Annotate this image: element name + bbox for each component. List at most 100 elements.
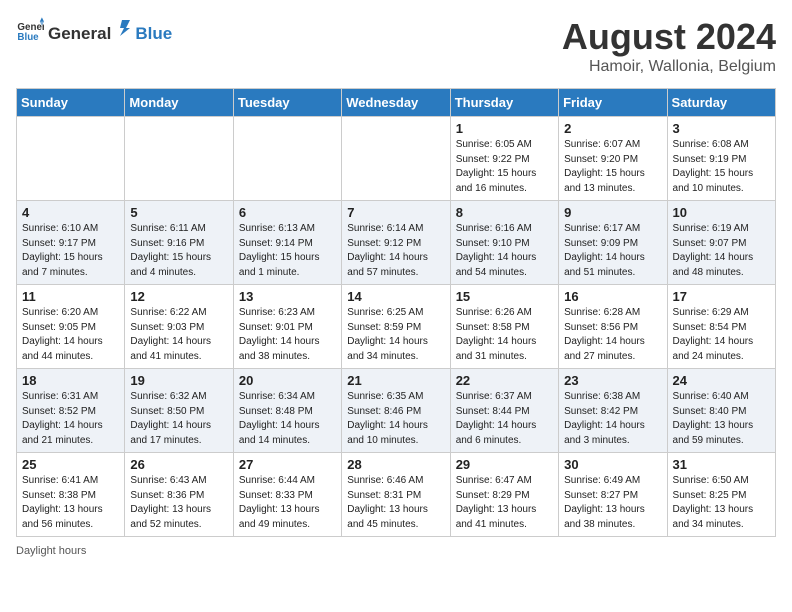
day-info: Sunrise: 6:32 AM Sunset: 8:50 PM Dayligh… — [130, 390, 227, 448]
calendar-day-cell: 27 Sunrise: 6:44 AM Sunset: 8:33 PM Dayli… — [233, 453, 341, 537]
calendar-day-cell: 5 Sunrise: 6:11 AM Sunset: 9:16 PM Daylig… — [125, 201, 233, 285]
logo-icon: General Blue — [16, 16, 44, 44]
calendar-header-row: SundayMondayTuesdayWednesdayThursdayFrid… — [17, 89, 776, 117]
day-number: 14 — [347, 289, 444, 304]
day-number: 24 — [673, 373, 770, 388]
calendar-col-header: Monday — [125, 89, 233, 117]
calendar-day-cell: 14 Sunrise: 6:25 AM Sunset: 8:59 PM Dayli… — [342, 285, 450, 369]
day-info: Sunrise: 6:40 AM Sunset: 8:40 PM Dayligh… — [673, 390, 770, 448]
calendar-col-header: Sunday — [17, 89, 125, 117]
day-number: 15 — [456, 289, 553, 304]
day-info: Sunrise: 6:50 AM Sunset: 8:25 PM Dayligh… — [673, 474, 770, 532]
day-info: Sunrise: 6:16 AM Sunset: 9:10 PM Dayligh… — [456, 222, 553, 280]
day-info: Sunrise: 6:25 AM Sunset: 8:59 PM Dayligh… — [347, 306, 444, 364]
calendar-day-cell: 9Sunrise: 6:17 AM Sunset: 9:09 PM Daylig… — [559, 201, 667, 285]
day-info: Sunrise: 6:35 AM Sunset: 8:46 PM Dayligh… — [347, 390, 444, 448]
footer-note: Daylight hours — [16, 545, 776, 557]
day-number: 10 — [673, 205, 770, 220]
day-info: Sunrise: 6:13 AM Sunset: 9:14 PM Dayligh… — [239, 222, 336, 280]
day-info: Sunrise: 6:20 AM Sunset: 9:05 PM Dayligh… — [22, 306, 119, 364]
day-number: 17 — [673, 289, 770, 304]
day-info: Sunrise: 6:26 AM Sunset: 8:58 PM Dayligh… — [456, 306, 553, 364]
day-number: 11 — [22, 289, 119, 304]
calendar-day-cell: 6Sunrise: 6:13 AM Sunset: 9:14 PM Daylig… — [233, 201, 341, 285]
day-info: Sunrise: 6:14 AM Sunset: 9:12 PM Dayligh… — [347, 222, 444, 280]
calendar-week-row: 25Sunrise: 6:41 AM Sunset: 8:38 PM Dayli… — [17, 453, 776, 537]
day-info: Sunrise: 6:46 AM Sunset: 8:31 PM Dayligh… — [347, 474, 444, 532]
logo-blue: Blue — [135, 24, 172, 44]
calendar-day-cell: 10 Sunrise: 6:19 AM Sunset: 9:07 PM Dayli… — [667, 201, 775, 285]
calendar-col-header: Saturday — [667, 89, 775, 117]
calendar-day-cell: 31Sunrise: 6:50 AM Sunset: 8:25 PM Dayli… — [667, 453, 775, 537]
calendar-col-header: Wednesday — [342, 89, 450, 117]
calendar-col-header: Thursday — [450, 89, 558, 117]
day-number: 2 — [564, 121, 661, 136]
day-info: Sunrise: 6:07 AM Sunset: 9:20 PM Dayligh… — [564, 138, 661, 196]
day-number: 5 — [130, 205, 227, 220]
page-subtitle: Hamoir, Wallonia, Belgium — [562, 58, 776, 76]
day-number: 21 — [347, 373, 444, 388]
calendar-day-cell: 23 Sunrise: 6:38 AM Sunset: 8:42 PM Dayli… — [559, 369, 667, 453]
calendar-day-cell: 4Sunrise: 6:10 AM Sunset: 9:17 PM Daylig… — [17, 201, 125, 285]
calendar-day-cell: 8 Sunrise: 6:16 AM Sunset: 9:10 PM Daylig… — [450, 201, 558, 285]
day-number: 7 — [347, 205, 444, 220]
day-number: 19 — [130, 373, 227, 388]
day-number: 16 — [564, 289, 661, 304]
calendar-day-cell: 19 Sunrise: 6:32 AM Sunset: 8:50 PM Dayli… — [125, 369, 233, 453]
day-info: Sunrise: 6:41 AM Sunset: 8:38 PM Dayligh… — [22, 474, 119, 532]
day-number: 28 — [347, 457, 444, 472]
calendar-col-header: Tuesday — [233, 89, 341, 117]
calendar-day-cell: 1 Sunrise: 6:05 AM Sunset: 9:22 PM Daylig… — [450, 117, 558, 201]
day-info: Sunrise: 6:34 AM Sunset: 8:48 PM Dayligh… — [239, 390, 336, 448]
logo-arrow-icon — [112, 17, 134, 39]
calendar-day-cell — [17, 117, 125, 201]
day-number: 12 — [130, 289, 227, 304]
day-info: Sunrise: 6:49 AM Sunset: 8:27 PM Dayligh… — [564, 474, 661, 532]
day-number: 30 — [564, 457, 661, 472]
day-info: Sunrise: 6:05 AM Sunset: 9:22 PM Dayligh… — [456, 138, 553, 196]
calendar-table: SundayMondayTuesdayWednesdayThursdayFrid… — [16, 88, 776, 537]
calendar-day-cell: 28 Sunrise: 6:46 AM Sunset: 8:31 PM Dayli… — [342, 453, 450, 537]
day-info: Sunrise: 6:37 AM Sunset: 8:44 PM Dayligh… — [456, 390, 553, 448]
calendar-day-cell: 30 Sunrise: 6:49 AM Sunset: 8:27 PM Dayli… — [559, 453, 667, 537]
calendar-day-cell: 7 Sunrise: 6:14 AM Sunset: 9:12 PM Daylig… — [342, 201, 450, 285]
logo: General Blue General Blue — [16, 16, 172, 44]
svg-text:Blue: Blue — [17, 32, 39, 43]
day-number: 18 — [22, 373, 119, 388]
calendar-day-cell: 21 Sunrise: 6:35 AM Sunset: 8:46 PM Dayli… — [342, 369, 450, 453]
calendar-day-cell: 2 Sunrise: 6:07 AM Sunset: 9:20 PM Daylig… — [559, 117, 667, 201]
calendar-day-cell: 16Sunrise: 6:28 AM Sunset: 8:56 PM Dayli… — [559, 285, 667, 369]
header: General Blue General Blue August 2024 Ha… — [16, 16, 776, 76]
calendar-day-cell: 15 Sunrise: 6:26 AM Sunset: 8:58 PM Dayli… — [450, 285, 558, 369]
page-title: August 2024 — [562, 16, 776, 58]
day-info: Sunrise: 6:43 AM Sunset: 8:36 PM Dayligh… — [130, 474, 227, 532]
calendar-day-cell: 29Sunrise: 6:47 AM Sunset: 8:29 PM Dayli… — [450, 453, 558, 537]
day-number: 9 — [564, 205, 661, 220]
calendar-week-row: 4Sunrise: 6:10 AM Sunset: 9:17 PM Daylig… — [17, 201, 776, 285]
calendar-week-row: 11 Sunrise: 6:20 AM Sunset: 9:05 PM Dayli… — [17, 285, 776, 369]
day-info: Sunrise: 6:19 AM Sunset: 9:07 PM Dayligh… — [673, 222, 770, 280]
day-number: 27 — [239, 457, 336, 472]
day-info: Sunrise: 6:38 AM Sunset: 8:42 PM Dayligh… — [564, 390, 661, 448]
calendar-day-cell: 20 Sunrise: 6:34 AM Sunset: 8:48 PM Dayli… — [233, 369, 341, 453]
calendar-week-row: 1 Sunrise: 6:05 AM Sunset: 9:22 PM Daylig… — [17, 117, 776, 201]
day-number: 23 — [564, 373, 661, 388]
day-number: 8 — [456, 205, 553, 220]
calendar-week-row: 18Sunrise: 6:31 AM Sunset: 8:52 PM Dayli… — [17, 369, 776, 453]
calendar-day-cell: 11 Sunrise: 6:20 AM Sunset: 9:05 PM Dayli… — [17, 285, 125, 369]
day-info: Sunrise: 6:44 AM Sunset: 8:33 PM Dayligh… — [239, 474, 336, 532]
calendar-day-cell: 22 Sunrise: 6:37 AM Sunset: 8:44 PM Dayli… — [450, 369, 558, 453]
logo-general: General — [48, 24, 111, 44]
calendar-day-cell — [233, 117, 341, 201]
day-number: 1 — [456, 121, 553, 136]
day-info: Sunrise: 6:08 AM Sunset: 9:19 PM Dayligh… — [673, 138, 770, 196]
calendar-day-cell: 25Sunrise: 6:41 AM Sunset: 8:38 PM Dayli… — [17, 453, 125, 537]
day-info: Sunrise: 6:10 AM Sunset: 9:17 PM Dayligh… — [22, 222, 119, 280]
day-number: 22 — [456, 373, 553, 388]
day-number: 29 — [456, 457, 553, 472]
calendar-day-cell — [125, 117, 233, 201]
calendar-day-cell: 17 Sunrise: 6:29 AM Sunset: 8:54 PM Dayli… — [667, 285, 775, 369]
day-number: 20 — [239, 373, 336, 388]
day-info: Sunrise: 6:11 AM Sunset: 9:16 PM Dayligh… — [130, 222, 227, 280]
day-info: Sunrise: 6:29 AM Sunset: 8:54 PM Dayligh… — [673, 306, 770, 364]
